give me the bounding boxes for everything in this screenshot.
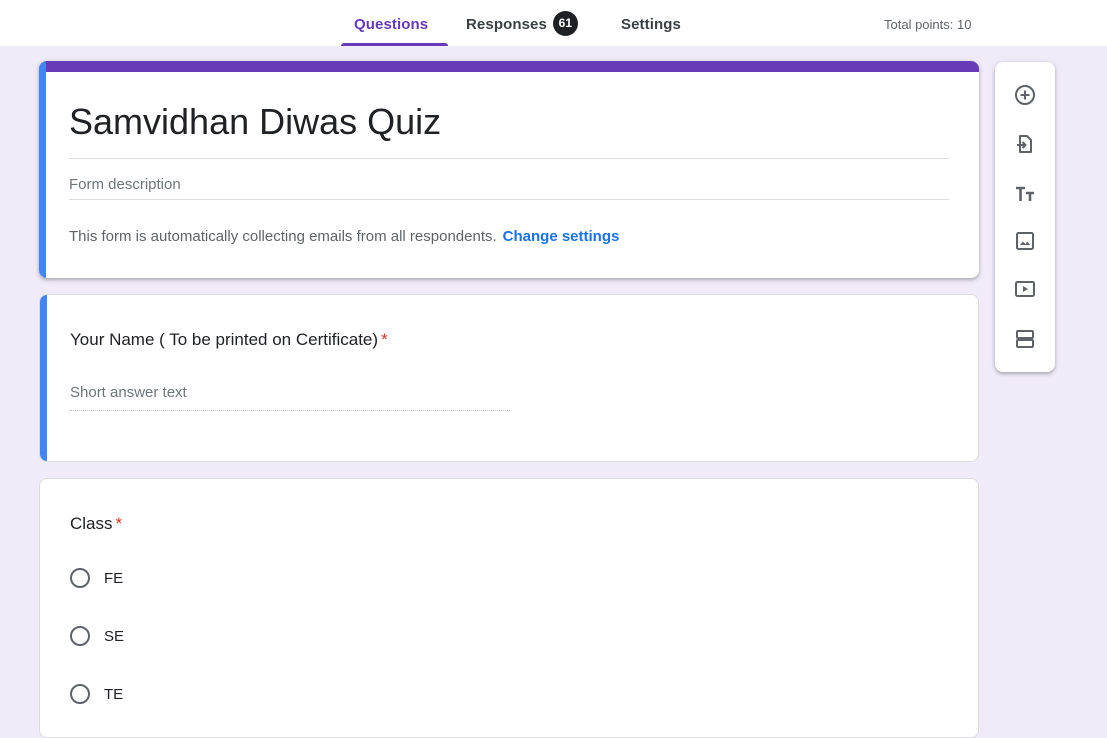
tab-questions[interactable]: Questions [354, 0, 428, 46]
description-underline [69, 199, 949, 200]
question-title-text: Class [70, 514, 113, 533]
form-title[interactable]: Samvidhan Diwas Quiz [69, 101, 441, 143]
add-title-icon[interactable] [1010, 179, 1040, 209]
add-video-icon[interactable] [1010, 274, 1040, 304]
option-label: TE [104, 685, 124, 703]
email-collection-text: This form is automatically collecting em… [69, 228, 497, 245]
add-question-icon[interactable] [1010, 80, 1040, 110]
floating-toolbar [995, 62, 1055, 372]
option-label: FE [104, 569, 124, 587]
option-label: SE [104, 627, 125, 645]
tab-responses-label: Responses [466, 16, 547, 33]
question-card-class[interactable]: Class * FE SE TE [39, 478, 979, 738]
add-image-icon[interactable] [1010, 226, 1040, 256]
radio-option-se[interactable]: SE [70, 624, 124, 648]
radio-button[interactable] [70, 626, 90, 646]
tab-responses[interactable]: Responses 61 [466, 0, 578, 46]
responses-count-badge: 61 [552, 10, 578, 36]
question-title-text: Your Name ( To be printed on Certificate… [70, 330, 379, 349]
radio-option-te[interactable]: TE [70, 682, 123, 706]
form-title-card[interactable]: Samvidhan Diwas Quiz Form description Th… [39, 61, 979, 278]
required-asterisk: * [381, 330, 388, 349]
title-underline [69, 158, 949, 159]
active-tab-indicator [341, 43, 448, 46]
short-answer-field[interactable]: Short answer text [70, 384, 510, 411]
change-settings-link[interactable]: Change settings [503, 228, 620, 245]
form-description-input[interactable]: Form description [69, 176, 181, 193]
tab-settings-label: Settings [621, 16, 681, 33]
radio-button[interactable] [70, 684, 90, 704]
tab-settings[interactable]: Settings [621, 0, 681, 46]
import-questions-icon[interactable] [1010, 129, 1040, 159]
tab-questions-label: Questions [354, 16, 429, 33]
focus-accent-bar [39, 61, 46, 278]
top-bar: Questions Responses 61 Settings Total poi… [0, 0, 1107, 46]
required-asterisk: * [115, 514, 123, 533]
add-section-icon[interactable] [1010, 324, 1040, 354]
theme-color-bar [39, 61, 979, 72]
question-title: Class * [70, 514, 122, 534]
radio-option-fe[interactable]: FE [70, 566, 123, 590]
question-card-name[interactable]: Your Name ( To be printed on Certificate… [39, 294, 979, 462]
question-title: Your Name ( To be printed on Certificate… [70, 330, 388, 350]
email-collection-note: This form is automatically collecting em… [69, 228, 619, 245]
total-points: Total points: 10 [884, 17, 972, 32]
focus-accent-bar [40, 295, 47, 461]
radio-button[interactable] [70, 568, 90, 588]
